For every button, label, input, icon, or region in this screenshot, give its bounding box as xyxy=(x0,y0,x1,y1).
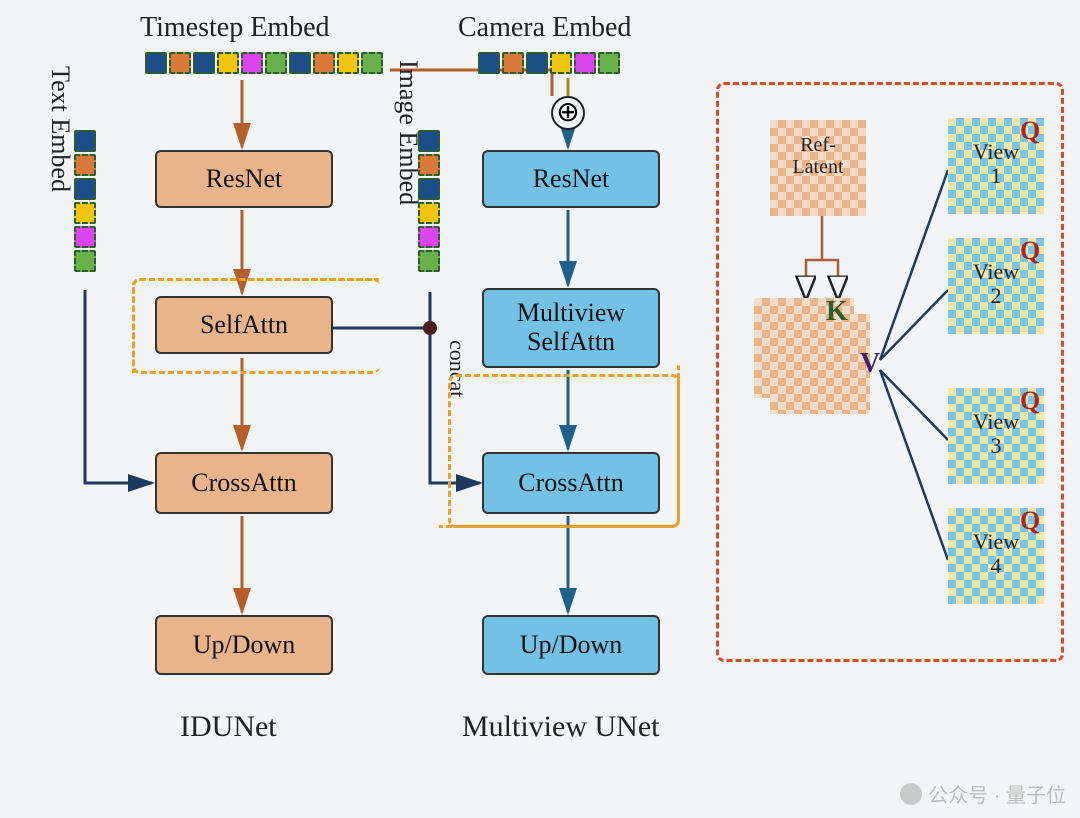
concat-dot xyxy=(423,321,437,335)
ref-latent-text: Ref-Latent xyxy=(782,134,854,178)
q4: Q xyxy=(1020,506,1040,536)
v-label: V xyxy=(860,348,880,380)
dash-seg-2b xyxy=(448,374,680,528)
left-col-title: IDUNet xyxy=(180,710,277,744)
right-updown-block: Up/Down xyxy=(482,615,660,675)
left-resnet-text: ResNet xyxy=(206,165,283,194)
image-embed-strip xyxy=(418,130,440,272)
right-mvselfattn-text: MultiviewSelfAttn xyxy=(517,299,625,356)
right-mvselfattn-block: MultiviewSelfAttn xyxy=(482,288,660,368)
left-updown-block: Up/Down xyxy=(155,615,333,675)
timestep-embed-label: Timestep Embed xyxy=(140,12,330,44)
add-op-icon: ⊕ xyxy=(551,96,585,130)
q3: Q xyxy=(1020,386,1040,416)
q1: Q xyxy=(1020,116,1040,146)
left-crossattn-block: CrossAttn xyxy=(155,452,333,514)
right-updown-text: Up/Down xyxy=(520,631,623,660)
right-col-title: Multiview UNet xyxy=(462,710,659,744)
text-embed-label: Text Embed xyxy=(45,66,75,192)
view2-text: View 2 xyxy=(966,260,1026,308)
k-label: K xyxy=(826,296,848,328)
text-embed-strip xyxy=(74,130,96,272)
left-resnet-block: ResNet xyxy=(155,150,333,208)
right-resnet-block: ResNet xyxy=(482,150,660,208)
camera-embed-strip xyxy=(478,52,620,74)
watermark: 公众号 · 量子位 xyxy=(900,779,1066,808)
camera-embed-label: Camera Embed xyxy=(458,12,631,44)
dash-seg-1b xyxy=(132,278,380,374)
timestep-embed-strip xyxy=(145,52,383,74)
view4-text: View 4 xyxy=(966,530,1026,578)
q2: Q xyxy=(1020,236,1040,266)
view1-text: View 1 xyxy=(966,140,1026,188)
left-crossattn-text: CrossAttn xyxy=(191,469,296,498)
left-updown-text: Up/Down xyxy=(193,631,296,660)
watermark-text: 公众号 · 量子位 xyxy=(928,779,1066,808)
wechat-icon xyxy=(900,783,922,805)
right-resnet-text: ResNet xyxy=(533,165,610,194)
view3-text: View 3 xyxy=(966,410,1026,458)
diagram-canvas: Timestep Embed Camera Embed Text Embed I… xyxy=(0,0,1080,818)
